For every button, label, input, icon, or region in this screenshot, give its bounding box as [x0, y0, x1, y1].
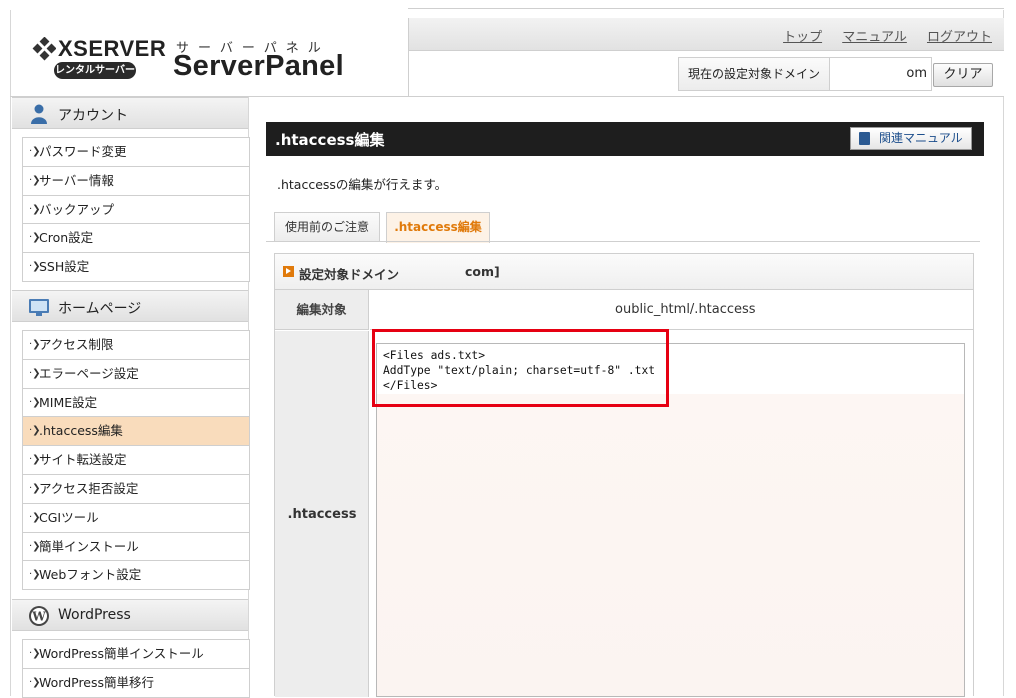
sidebar-item-label: .htaccess編集 — [39, 423, 123, 439]
arrow-icon: ·❯ — [29, 396, 41, 408]
top-link[interactable]: トップ — [783, 30, 822, 45]
arrow-icon: ·❯ — [29, 174, 41, 186]
frame-right-border — [1003, 10, 1004, 696]
page-title: .htaccess編集 — [275, 131, 385, 149]
related-manual-button[interactable]: 関連マニュアル — [850, 127, 972, 150]
sidebar-item-label: パスワード変更 — [39, 144, 127, 159]
target-domain-label: 設定対象ドメイン — [299, 267, 400, 282]
htaccess-form: 設定対象ドメイン com] 編集対象 oublic_html/.htaccess… — [274, 253, 974, 697]
target-domain-value: com] — [465, 264, 500, 279]
arrow-icon: ·❯ — [29, 146, 41, 157]
tabs-divider — [266, 241, 980, 242]
monitor-icon — [29, 299, 49, 316]
sidebar-item-site-transfer[interactable]: ·❯ サイト転送設定 — [23, 446, 249, 475]
tab-htaccess-edit[interactable]: .htaccess編集 — [386, 212, 490, 243]
book-icon — [859, 132, 870, 145]
target-domain-header: 設定対象ドメイン com] — [275, 254, 973, 290]
sidebar-wordpress-list: ·❯ WordPress簡単インストール ·❯ WordPress簡単移行 — [22, 639, 250, 698]
frame-left-border — [10, 10, 11, 696]
related-manual-label: 関連マニュアル — [879, 131, 963, 145]
sidebar-section-title: WordPress — [58, 607, 131, 623]
edit-target-value: oublic_html/.htaccess — [370, 290, 973, 330]
domain-bar: 現在の設定対象ドメイン om クリア — [408, 51, 1004, 96]
logo-brand: XSERVER — [58, 36, 167, 61]
logo-rental-badge: レンタルサーバー — [54, 62, 136, 79]
arrow-icon: ·❯ — [29, 425, 41, 437]
sidebar: アカウント ·❯ パスワード変更 ·❯ サーバー情報 ·❯ バックアップ ·❯ Cron… — [12, 97, 250, 698]
sidebar-section-account[interactable]: アカウント — [12, 97, 248, 129]
sidebar-item-label: バックアップ — [39, 201, 115, 217]
sidebar-item-easy-install[interactable]: ·❯ 簡単インストール — [23, 532, 249, 562]
svg-text:W: W — [31, 610, 46, 624]
arrow-icon: ·❯ — [29, 676, 41, 688]
arrow-icon: ·❯ — [29, 569, 41, 581]
logout-link[interactable]: ログアウト — [927, 30, 992, 45]
sidebar-item-label: エラーページ設定 — [39, 365, 139, 381]
sidebar-section-wordpress[interactable]: W WordPress — [12, 599, 248, 631]
sidebar-item-wp-migrate[interactable]: ·❯ WordPress簡単移行 — [23, 668, 249, 698]
sidebar-section-title: アカウント — [58, 108, 128, 124]
manual-link[interactable]: マニュアル — [842, 30, 907, 45]
sidebar-item-label: CGIツール — [39, 509, 99, 525]
wordpress-icon: W — [29, 606, 49, 626]
sidebar-item-label: サイト転送設定 — [39, 452, 127, 468]
sidebar-item-password[interactable]: ·❯ パスワード変更 — [23, 138, 249, 167]
top-nav-bar: トップ マニュアル ログアウト — [408, 18, 1004, 51]
clear-button[interactable]: クリア — [933, 63, 993, 87]
sidebar-section-homepage[interactable]: ホームページ — [12, 290, 248, 322]
sidebar-item-web-font[interactable]: ·❯ Webフォント設定 — [23, 561, 249, 591]
user-icon — [31, 104, 47, 124]
arrow-icon: ·❯ — [29, 261, 41, 273]
arrow-icon: ·❯ — [29, 367, 41, 379]
arrow-icon: ·❯ — [29, 540, 41, 552]
sidebar-homepage-list: ·❯ アクセス制限 ·❯ エラーページ設定 ·❯ MIME設定 ·❯ .htaccess… — [22, 330, 250, 591]
sidebar-item-error-page[interactable]: ·❯ エラーページ設定 — [23, 359, 249, 389]
arrow-icon: ·❯ — [29, 339, 41, 350]
sidebar-item-label: サーバー情報 — [39, 172, 114, 188]
sidebar-item-access-control[interactable]: ·❯ アクセス制限 — [23, 331, 249, 360]
xserver-logo-icon — [32, 37, 56, 61]
sidebar-item-wp-install[interactable]: ·❯ WordPress簡単インストール — [23, 640, 249, 669]
arrow-icon: ·❯ — [29, 648, 41, 659]
highlight-box — [372, 329, 669, 407]
arrow-icon: ·❯ — [29, 232, 41, 244]
sidebar-item-label: アクセス制限 — [39, 337, 114, 352]
htaccess-row-label: .htaccess — [275, 331, 369, 697]
arrow-icon: ·❯ — [29, 482, 41, 494]
current-domain-value: om — [830, 57, 932, 91]
arrow-icon: ·❯ — [29, 511, 41, 523]
arrow-icon: ·❯ — [29, 203, 41, 215]
sidebar-item-htaccess[interactable]: ·❯ .htaccess編集 — [23, 417, 249, 447]
sidebar-item-backup[interactable]: ·❯ バックアップ — [23, 195, 249, 225]
edit-target-label: 編集対象 — [275, 290, 369, 330]
sidebar-item-label: 簡単インストール — [39, 538, 139, 554]
sidebar-section-title: ホームページ — [58, 301, 142, 317]
sidebar-item-label: アクセス拒否設定 — [39, 480, 139, 496]
logo-product-name: ServerPanel — [173, 50, 344, 82]
sidebar-item-ssh[interactable]: ·❯ SSH設定 — [23, 253, 249, 282]
top-links: トップ マニュアル ログアウト — [767, 26, 992, 45]
frame-top-border — [408, 8, 1004, 9]
sidebar-item-mime[interactable]: ·❯ MIME設定 — [23, 388, 249, 418]
arrow-icon: ·❯ — [29, 454, 41, 466]
tab-precautions[interactable]: 使用前のご注意 — [274, 212, 380, 242]
page-title-bar: .htaccess編集 関連マニュアル — [266, 122, 984, 156]
sidebar-item-cgi-tools[interactable]: ·❯ CGIツール — [23, 503, 249, 533]
sidebar-item-cron[interactable]: ·❯ Cron設定 — [23, 224, 249, 254]
sidebar-item-access-deny[interactable]: ·❯ アクセス拒否設定 — [23, 474, 249, 504]
sidebar-item-label: WordPress簡単インストール — [39, 646, 204, 661]
sidebar-item-server-info[interactable]: ·❯ サーバー情報 — [23, 166, 249, 196]
bullet-arrow-icon — [283, 266, 294, 277]
current-domain-label: 現在の設定対象ドメイン — [678, 57, 830, 91]
sidebar-item-label: WordPress簡単移行 — [39, 674, 155, 690]
editor-background — [377, 394, 964, 696]
sidebar-account-list: ·❯ パスワード変更 ·❯ サーバー情報 ·❯ バックアップ ·❯ Cron設定 ·❯ S… — [22, 137, 250, 282]
sidebar-item-label: Cron設定 — [39, 230, 94, 246]
page-description: .htaccessの編集が行えます。 — [277, 177, 448, 192]
sidebar-item-label: Webフォント設定 — [39, 567, 142, 583]
sidebar-item-label: MIME設定 — [39, 394, 98, 410]
htaccess-label: .htaccess — [287, 507, 357, 522]
sidebar-item-label: SSH設定 — [39, 259, 90, 275]
